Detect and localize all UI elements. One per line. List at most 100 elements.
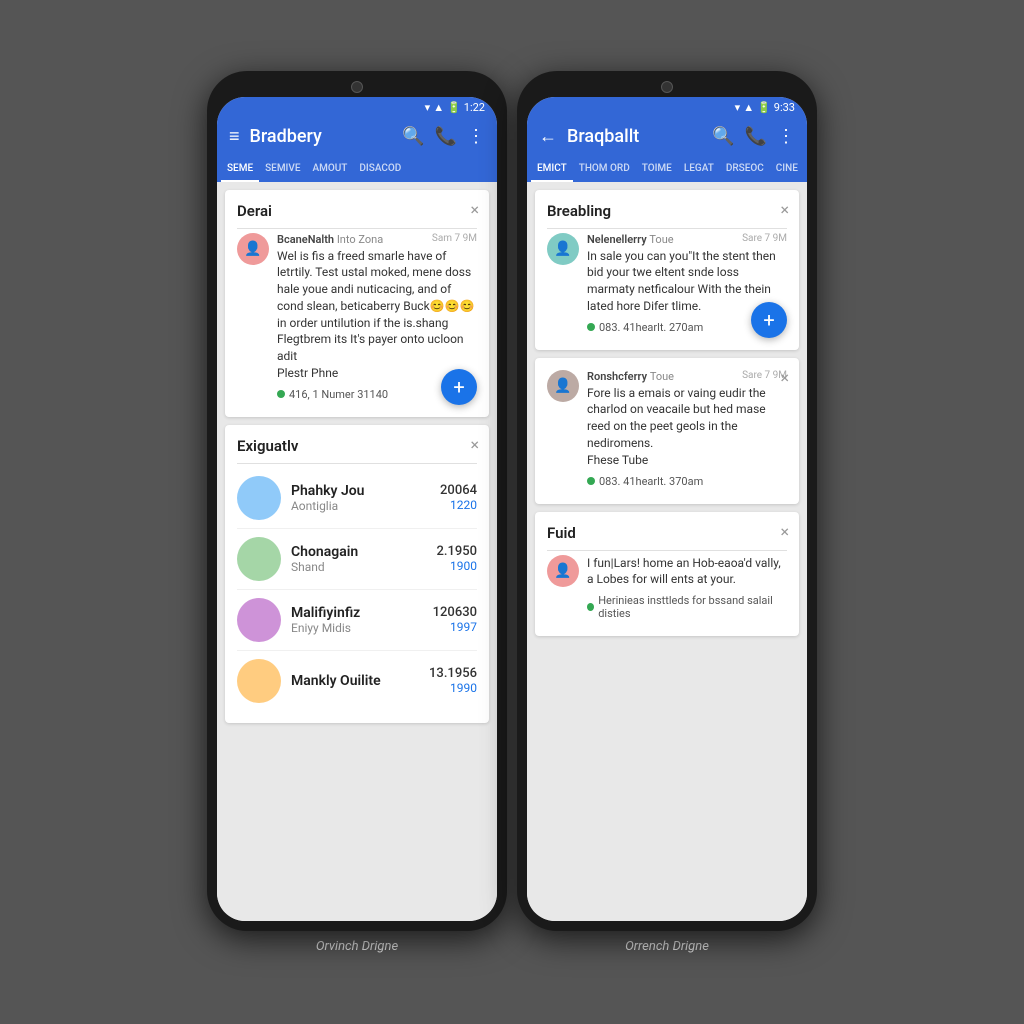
list-item-num1: 120630 [433, 605, 477, 620]
list-item-num2: 1900 [436, 559, 477, 573]
message-time: Sare 7 9M [742, 233, 787, 246]
card-title: Derai [237, 202, 477, 220]
message-meta: 083. 41hearlt. 370am [587, 475, 787, 488]
tab-emict[interactable]: EMICT [531, 155, 573, 182]
screen-content: ×Derai👤 BcaneNalth Into Zona Sam 7 9M We… [217, 182, 497, 921]
green-dot-icon [587, 323, 595, 331]
tabs-bar: EMICTTHOM ORDTOIMELEGATDRSEOCCINE [527, 155, 807, 182]
phone-notch [217, 81, 497, 93]
card-title: Fuid [547, 524, 787, 542]
tab-seme[interactable]: SEME [221, 155, 259, 182]
list-item-num1: 13.1956 [429, 666, 477, 681]
battery-icon: 🔋 [757, 101, 771, 114]
message-text: Fore lis a emais or vaing eudir the char… [587, 385, 787, 452]
divider [237, 463, 477, 464]
list-item-name: Chonagain [291, 544, 426, 560]
tab-legat[interactable]: LEGAT [678, 155, 720, 182]
list-item[interactable]: ChonagainShand 2.19501900 [237, 529, 477, 590]
back-button[interactable]: ← [539, 126, 557, 147]
message-text: I fun|Lars! home an Hob-eaoa'd vally, a … [587, 555, 787, 589]
close-icon[interactable]: × [470, 200, 479, 219]
list-item-numbers: 200641220 [440, 483, 477, 512]
app-title: Bradbery [250, 126, 393, 147]
list-item[interactable]: Mankly Ouilite 13.19561990 [237, 651, 477, 711]
more-icon[interactable]: ⋮ [777, 126, 795, 147]
tab-thom-ord[interactable]: THOM ORD [573, 155, 636, 182]
status-bar: ▾ ▲ 🔋 9:33 [527, 97, 807, 118]
list-item-numbers: 13.19561990 [429, 666, 477, 695]
message-header: Nelenellerry Toue Sare 7 9M [587, 233, 787, 246]
avatar-face: 👤 [237, 233, 269, 265]
divider [547, 228, 787, 229]
divider [547, 550, 787, 551]
screen-content: ×Breabling👤 Nelenellerry Toue Sare 7 9M … [527, 182, 807, 921]
avatar-face: 👤 [547, 370, 579, 402]
phone-wrapper-phone2: ▾ ▲ 🔋 9:33 ←Braqballt🔍📞⋮EMICTTHOM ORDTOI… [517, 71, 817, 954]
phone-phone2: ▾ ▲ 🔋 9:33 ←Braqballt🔍📞⋮EMICTTHOM ORDTOI… [517, 71, 817, 931]
message-text: In sale you can you"It the stent then bi… [587, 248, 787, 315]
close-icon[interactable]: × [780, 368, 789, 387]
wifi-icon: ▾ [425, 101, 431, 114]
message-body: Ronshcferry Toue Sare 7 9M Fore lis a em… [587, 370, 787, 488]
tab-amout[interactable]: AMOUT [307, 155, 354, 182]
tab-cine[interactable]: CINE [770, 155, 804, 182]
time-display: 9:33 [774, 101, 795, 114]
message-meta: Herinieas insttleds for bssand salail di… [587, 594, 787, 620]
camera-icon [661, 81, 673, 93]
list-item-info: Mankly Ouilite [291, 673, 419, 689]
more-icon[interactable]: ⋮ [467, 126, 485, 147]
time-display: 1:22 [464, 101, 485, 114]
phone-screen: ▾ ▲ 🔋 1:22 ≡Bradbery🔍📞⋮SEMESEMIVEAMOUTDI… [217, 97, 497, 921]
message-item: 👤 Ronshcferry Toue Sare 7 9M Fore lis a … [547, 370, 787, 488]
list-item-info: Phahky JouAontiglia [291, 483, 430, 513]
card-title: Breabling [547, 202, 787, 220]
phone-label: Orvinch Drigne [316, 939, 398, 954]
search-icon[interactable]: 🔍 [712, 126, 734, 147]
message-header: BcaneNalth Into Zona Sam 7 9M [277, 233, 477, 246]
phone-phone1: ▾ ▲ 🔋 1:22 ≡Bradbery🔍📞⋮SEMESEMIVEAMOUTDI… [207, 71, 507, 931]
wifi-icon: ▾ [735, 101, 741, 114]
status-icons: ▾ ▲ 🔋 9:33 [735, 101, 795, 114]
fab-button[interactable]: + [441, 369, 477, 405]
list-item-info: ChonagainShand [291, 544, 426, 574]
camera-icon [351, 81, 363, 93]
list-item-numbers: 2.19501900 [436, 544, 477, 573]
green-dot-icon [277, 390, 285, 398]
meta-text: 416, 1 Numer 31140 [289, 388, 388, 401]
list-item-num2: 1990 [429, 681, 477, 695]
call-icon[interactable]: 📞 [745, 126, 767, 147]
message-sender: Nelenellerry Toue [587, 233, 674, 246]
message-body: I fun|Lars! home an Hob-eaoa'd vally, a … [587, 555, 787, 621]
divider [237, 228, 477, 229]
search-icon[interactable]: 🔍 [402, 126, 424, 147]
meta-text: 083. 41hearlt. 370am [599, 475, 703, 488]
tab-semive[interactable]: SEMIVE [259, 155, 306, 182]
menu-button[interactable]: ≡ [229, 126, 240, 147]
signal-icon: ▲ [433, 101, 444, 114]
phone-label: Orrench Drigne [625, 939, 709, 954]
tab-toime[interactable]: TOIME [636, 155, 678, 182]
close-icon[interactable]: × [780, 200, 789, 219]
message-sender: BcaneNalth Into Zona [277, 233, 383, 246]
tabs-bar: SEMESEMIVEAMOUTDISACOD [217, 155, 497, 182]
tab-disacod[interactable]: DISACOD [353, 155, 407, 182]
list-item-name: Phahky Jou [291, 483, 430, 499]
avatar [237, 476, 281, 520]
phone-wrapper-phone1: ▾ ▲ 🔋 1:22 ≡Bradbery🔍📞⋮SEMESEMIVEAMOUTDI… [207, 71, 507, 954]
fab-button[interactable]: + [751, 302, 787, 338]
call-icon[interactable]: 📞 [435, 126, 457, 147]
green-dot-icon [587, 477, 595, 485]
signal-icon: ▲ [743, 101, 754, 114]
message-link[interactable]: Fhese Tube [587, 452, 787, 469]
message-header: Ronshcferry Toue Sare 7 9M [587, 370, 787, 383]
message-sender: Ronshcferry Toue [587, 370, 674, 383]
tab-drseoc[interactable]: DRSEOC [720, 155, 770, 182]
meta-text: 083. 41hearlt. 270am [599, 321, 703, 334]
list-item[interactable]: MalifiyinfizEniyy Midis1206301997 [237, 590, 477, 651]
close-icon[interactable]: × [780, 522, 789, 541]
list-item[interactable]: Phahky JouAontiglia 200641220 [237, 468, 477, 529]
list-item-sub: Eniyy Midis [291, 621, 423, 635]
card-card4: ×👤 Ronshcferry Toue Sare 7 9M Fore lis a… [535, 358, 799, 504]
close-icon[interactable]: × [470, 435, 479, 454]
avatar-face: 👤 [547, 555, 579, 587]
